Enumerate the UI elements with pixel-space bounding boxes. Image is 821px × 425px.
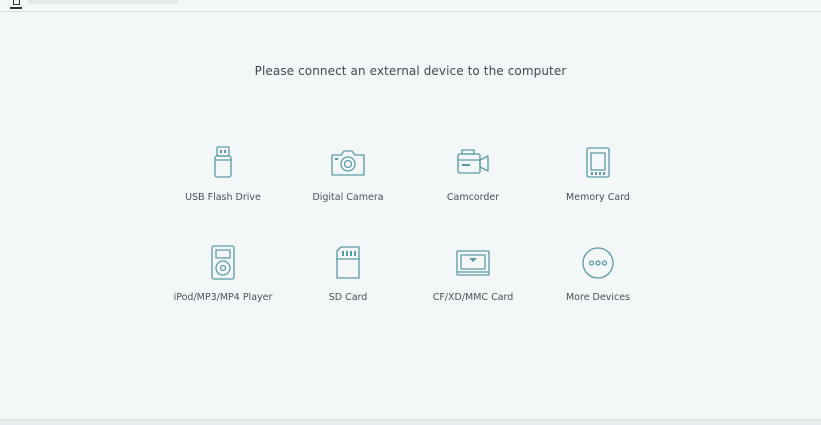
device-label: Memory Card — [566, 192, 630, 203]
device-connect-page: Please connect an external device to the… — [0, 0, 821, 425]
media-player-icon — [211, 245, 235, 280]
connect-device-prompt: Please connect an external device to the… — [254, 64, 567, 78]
device-label: Camcorder — [446, 192, 500, 203]
device-more-devices[interactable]: More Devices — [533, 243, 663, 303]
sd-card-icon — [336, 246, 360, 279]
toolbar-icon-underline — [10, 7, 22, 9]
device-sd-card[interactable]: SD Card — [283, 243, 413, 303]
device-label: More Devices — [565, 292, 630, 303]
device-cf-card[interactable]: CF/XD/MMC Card — [408, 243, 538, 303]
memory-card-icon — [586, 147, 610, 178]
more-devices-icon — [582, 247, 614, 279]
device-digital-camera[interactable]: Digital Camera — [283, 143, 413, 203]
device-label: USB Flash Drive — [185, 192, 261, 203]
bottom-status-bar — [0, 419, 821, 425]
cf-card-icon — [456, 250, 490, 276]
device-usb-flash-drive[interactable]: USB Flash Drive — [158, 143, 288, 203]
digital-camera-icon — [331, 150, 365, 176]
toolbar-title-remnant — [28, 0, 178, 4]
toolbar-icon[interactable] — [13, 0, 20, 5]
device-label: iPod/MP3/MP4 Player — [173, 292, 273, 303]
camcorder-icon — [457, 149, 489, 174]
top-toolbar-strip — [0, 0, 821, 12]
device-camcorder[interactable]: Camcorder — [408, 143, 538, 203]
device-memory-card[interactable]: Memory Card — [533, 143, 663, 203]
device-label: CF/XD/MMC Card — [432, 292, 514, 303]
usb-flash-drive-icon — [214, 146, 232, 178]
device-media-player[interactable]: iPod/MP3/MP4 Player — [158, 243, 288, 303]
device-label: SD Card — [328, 292, 368, 303]
device-label: Digital Camera — [312, 192, 384, 203]
